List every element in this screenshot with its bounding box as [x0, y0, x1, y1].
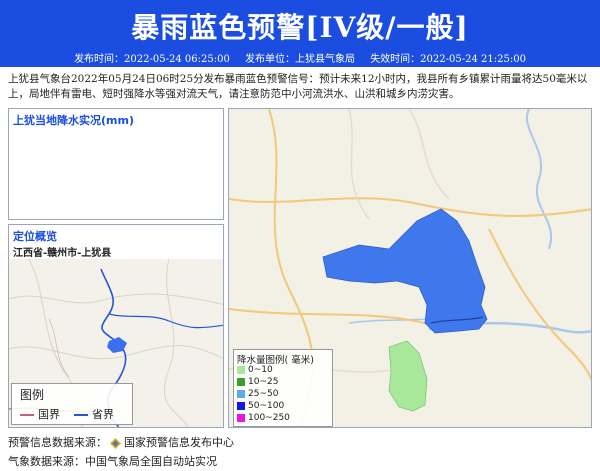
rain-legend-swatch — [237, 389, 245, 398]
footer-weather-source: 气象数据来源：中国气象局全国自动站实况 — [8, 455, 217, 468]
publisher: 发布单位：上犹县气象局 — [245, 54, 355, 65]
rain-legend-swatch — [237, 377, 245, 386]
overview-legend: 图例 国界 省界 — [11, 383, 133, 425]
rain-panel-title: 上犹当地降水实况(mm) — [13, 114, 134, 127]
provincial-border-label: 省界 — [92, 408, 114, 421]
footer-warning-source-value: 国家预警信息发布中心 — [124, 436, 234, 449]
national-border-swatch — [20, 414, 34, 416]
footer-warning-source-label: 预警信息数据来源： — [8, 436, 107, 449]
rain-legend-item: 0~10 — [237, 365, 273, 375]
publish-time: 发布时间：2022-05-24 06:25:00 — [74, 54, 230, 65]
rain-legend-item: 25~50 — [237, 389, 278, 399]
footer-warning-source: 预警信息数据来源： 国家预警信息发布中心 — [8, 434, 234, 450]
warning-title: 暴雨蓝色预警[IV级/一般] — [131, 11, 469, 44]
rain-legend-item: 50~100 — [237, 401, 284, 411]
header-banner: 暴雨蓝色预警[IV级/一般] 发布时间：2022-05-24 06:25:00 … — [0, 0, 600, 67]
location-panel: 定位概览 江西省-赣州市-上犹县 图例 国界 省界 — [8, 224, 224, 428]
rain-legend-swatch — [237, 413, 245, 422]
rain-legend-item: 10~25 — [237, 377, 278, 387]
provincial-border-swatch — [74, 414, 88, 416]
overview-legend-title: 图例 — [20, 388, 45, 402]
rain-legend-item: 100~250 — [237, 413, 290, 423]
expire-time: 失效时间：2022-05-24 21:25:00 — [370, 54, 526, 65]
rain-legend-swatch — [237, 365, 245, 374]
national-border-label: 国界 — [38, 408, 60, 421]
main-map-panel: 降水量图例( 毫米) 0~10 10~25 25~50 50~100 100~2… — [228, 108, 592, 428]
location-panel-title: 定位概览 — [13, 230, 57, 243]
warning-meta: 发布时间：2022-05-24 06:25:00 发布单位：上犹县气象局 失效时… — [0, 53, 600, 67]
rain-legend-title: 降水量图例( 毫米) — [237, 355, 314, 366]
rain-panel: 上犹当地降水实况(mm) — [8, 108, 224, 220]
rain-legend: 降水量图例( 毫米) 0~10 10~25 25~50 50~100 100~2… — [233, 349, 333, 427]
warning-text: 上犹县气象台2022年05月24日06时25分发布暴雨蓝色预警信号：预计未来12… — [8, 73, 588, 100]
location-panel-subtitle: 江西省-赣州市-上犹县 — [13, 248, 112, 259]
warning-center-logo-icon — [110, 437, 121, 449]
rain-legend-swatch — [237, 401, 245, 410]
